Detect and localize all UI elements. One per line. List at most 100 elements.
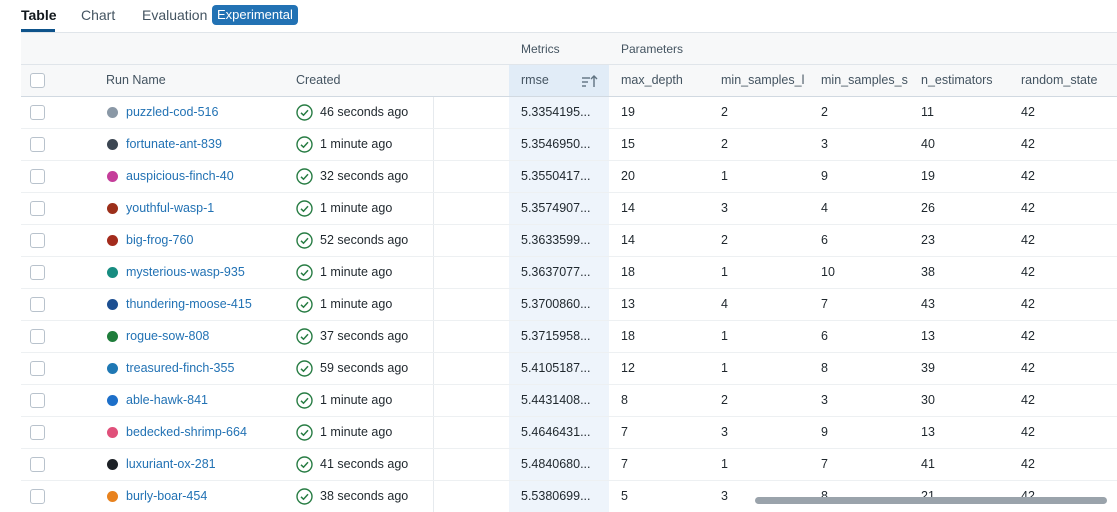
run-color-dot xyxy=(107,203,118,214)
column-header-random-state[interactable]: random_state xyxy=(1021,65,1117,96)
run-name-link[interactable]: auspicious-finch-40 xyxy=(126,161,234,192)
table-row[interactable]: rogue-sow-808 37 seconds ago 5.3715958..… xyxy=(21,321,1117,353)
run-color-dot xyxy=(107,459,118,470)
run-color-dot xyxy=(107,331,118,342)
run-color-dot xyxy=(107,139,118,150)
run-name-link[interactable]: mysterious-wasp-935 xyxy=(126,257,245,288)
tab-table[interactable]: Table xyxy=(21,7,57,23)
row-select-checkbox[interactable] xyxy=(30,201,45,216)
table-row[interactable]: fortunate-ant-839 1 minute ago 5.3546950… xyxy=(21,129,1117,161)
column-header-min-samples-leaf[interactable]: min_samples_l xyxy=(721,65,811,96)
check-circle-icon xyxy=(296,360,313,377)
table-row[interactable]: puzzled-cod-516 46 seconds ago 5.3354195… xyxy=(21,97,1117,129)
experimental-badge: Experimental xyxy=(212,5,298,25)
table-row[interactable]: bedecked-shrimp-664 1 minute ago 5.46464… xyxy=(21,417,1117,449)
column-divider xyxy=(433,321,434,352)
view-tabs: Table Chart Evaluation Experimental xyxy=(0,0,1117,32)
column-header-created[interactable]: Created xyxy=(296,65,476,96)
row-select-checkbox[interactable] xyxy=(30,137,45,152)
min-samples-leaf-value: 2 xyxy=(721,233,728,247)
max-depth-value: 15 xyxy=(621,137,635,151)
n-estimators-value: 26 xyxy=(921,201,935,215)
table-row[interactable]: able-hawk-841 1 minute ago 5.4431408... … xyxy=(21,385,1117,417)
run-name-link[interactable]: puzzled-cod-516 xyxy=(126,97,218,128)
n-estimators-value: 30 xyxy=(921,393,935,407)
min-samples-split-value: 7 xyxy=(821,297,828,311)
column-header-min-samples-split[interactable]: min_samples_s xyxy=(821,65,911,96)
row-select-checkbox[interactable] xyxy=(30,105,45,120)
row-select-checkbox[interactable] xyxy=(30,297,45,312)
min-samples-leaf-value: 1 xyxy=(721,169,728,183)
column-divider xyxy=(433,449,434,480)
row-select-checkbox[interactable] xyxy=(30,361,45,376)
column-header-run-name[interactable]: Run Name xyxy=(106,65,276,96)
run-name-link[interactable]: bedecked-shrimp-664 xyxy=(126,417,247,448)
min-samples-split-value: 8 xyxy=(821,361,828,375)
metrics-group-label: Metrics xyxy=(521,42,560,56)
rmse-value: 5.3633599... xyxy=(521,233,591,247)
table-row[interactable]: auspicious-finch-40 32 seconds ago 5.355… xyxy=(21,161,1117,193)
rmse-value: 5.4646431... xyxy=(521,425,591,439)
created-time: 1 minute ago xyxy=(320,137,393,151)
random-state-value: 42 xyxy=(1021,297,1035,311)
check-circle-icon xyxy=(296,488,313,505)
parameters-group-label: Parameters xyxy=(621,42,684,56)
runs-table: Metrics Parameters Run Name Created max_… xyxy=(21,32,1117,512)
column-divider xyxy=(433,225,434,256)
table-row[interactable]: thundering-moose-415 1 minute ago 5.3700… xyxy=(21,289,1117,321)
column-header-rmse[interactable]: rmse xyxy=(521,65,576,96)
random-state-value: 42 xyxy=(1021,169,1035,183)
run-name-link[interactable]: burly-boar-454 xyxy=(126,481,207,512)
rmse-value: 5.3574907... xyxy=(521,201,591,215)
min-samples-leaf-value: 1 xyxy=(721,329,728,343)
random-state-value: 42 xyxy=(1021,105,1035,119)
row-select-checkbox[interactable] xyxy=(30,169,45,184)
row-select-checkbox[interactable] xyxy=(30,489,45,504)
table-row[interactable]: treasured-finch-355 59 seconds ago 5.410… xyxy=(21,353,1117,385)
run-color-dot xyxy=(107,491,118,502)
column-divider xyxy=(433,97,434,128)
row-select-checkbox[interactable] xyxy=(30,425,45,440)
rmse-value: 5.3700860... xyxy=(521,297,591,311)
row-select-checkbox[interactable] xyxy=(30,233,45,248)
run-color-dot xyxy=(107,427,118,438)
run-color-dot xyxy=(107,171,118,182)
check-circle-icon xyxy=(296,392,313,409)
min-samples-leaf-value: 2 xyxy=(721,105,728,119)
run-name-link[interactable]: rogue-sow-808 xyxy=(126,321,209,352)
rmse-value: 5.3637077... xyxy=(521,265,591,279)
run-name-link[interactable]: thundering-moose-415 xyxy=(126,289,252,320)
run-name-link[interactable]: fortunate-ant-839 xyxy=(126,129,222,160)
min-samples-leaf-value: 1 xyxy=(721,457,728,471)
run-name-link[interactable]: youthful-wasp-1 xyxy=(126,193,214,224)
column-header-max-depth[interactable]: max_depth xyxy=(621,65,716,96)
row-select-checkbox[interactable] xyxy=(30,457,45,472)
run-name-link[interactable]: treasured-finch-355 xyxy=(126,353,234,384)
random-state-value: 42 xyxy=(1021,233,1035,247)
select-all-checkbox[interactable] xyxy=(30,73,45,88)
row-select-checkbox[interactable] xyxy=(30,329,45,344)
tab-chart[interactable]: Chart xyxy=(81,7,115,23)
column-header-n-estimators[interactable]: n_estimators xyxy=(921,65,1016,96)
n-estimators-value: 41 xyxy=(921,457,935,471)
run-name-link[interactable]: big-frog-760 xyxy=(126,225,193,256)
run-color-dot xyxy=(107,107,118,118)
column-divider xyxy=(433,161,434,192)
rmse-value: 5.4105187... xyxy=(521,361,591,375)
sort-ascending-icon[interactable] xyxy=(581,73,599,89)
table-row[interactable]: youthful-wasp-1 1 minute ago 5.3574907..… xyxy=(21,193,1117,225)
row-select-checkbox[interactable] xyxy=(30,393,45,408)
max-depth-value: 12 xyxy=(621,361,635,375)
run-name-link[interactable]: able-hawk-841 xyxy=(126,385,208,416)
table-row[interactable]: luxuriant-ox-281 41 seconds ago 5.484068… xyxy=(21,449,1117,481)
tab-evaluation[interactable]: Evaluation xyxy=(142,7,207,23)
run-name-link[interactable]: luxuriant-ox-281 xyxy=(126,449,216,480)
check-circle-icon xyxy=(296,200,313,217)
table-row[interactable]: mysterious-wasp-935 1 minute ago 5.36370… xyxy=(21,257,1117,289)
min-samples-split-value: 7 xyxy=(821,457,828,471)
table-row[interactable]: big-frog-760 52 seconds ago 5.3633599...… xyxy=(21,225,1117,257)
check-circle-icon xyxy=(296,424,313,441)
row-select-checkbox[interactable] xyxy=(30,265,45,280)
max-depth-value: 14 xyxy=(621,233,635,247)
horizontal-scrollbar[interactable] xyxy=(755,497,1107,504)
